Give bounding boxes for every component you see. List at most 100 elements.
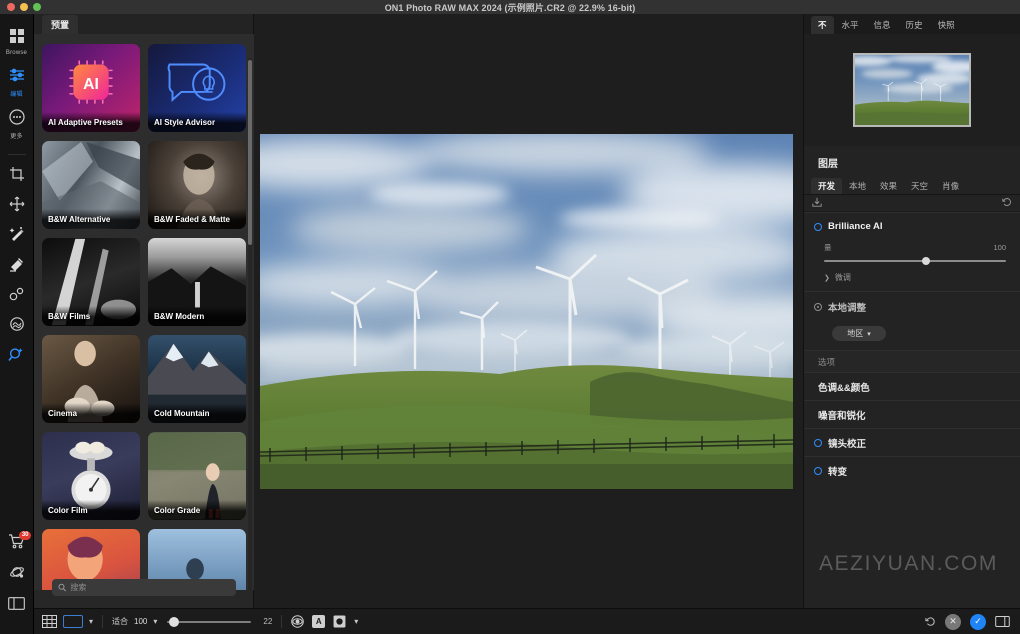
region-dropdown[interactable]: 地区 ▾ <box>832 326 886 341</box>
photo-preview[interactable] <box>260 134 793 489</box>
slider-knob[interactable] <box>922 257 930 265</box>
tab-info[interactable]: 信息 <box>867 16 898 34</box>
module-toggle-icon[interactable] <box>814 439 822 447</box>
mask-view-button[interactable] <box>333 615 346 628</box>
module-brilliance-ai[interactable]: Brilliance AI <box>804 212 1020 238</box>
ai-search-tool[interactable] <box>8 346 25 363</box>
view-chevron-down-icon[interactable]: ▾ <box>89 617 93 626</box>
save-preset-icon[interactable] <box>812 194 822 212</box>
preset-card[interactable]: B&W Films <box>42 238 140 326</box>
module-name: Brilliance AI <box>828 221 883 232</box>
cancel-button[interactable]: ✕ <box>945 614 961 630</box>
view-options-chevron-down-icon[interactable]: ▾ <box>354 617 358 626</box>
tab-develop[interactable]: 开发 <box>811 178 842 194</box>
section-tone-color[interactable]: 色调&&颜色 <box>804 372 1020 400</box>
preset-card[interactable]: Cold Mountain <box>148 335 246 423</box>
fine-tune-label: 微调 <box>835 272 851 283</box>
portrait-tool[interactable] <box>9 316 25 332</box>
perfect-eraser-tool[interactable] <box>9 256 25 272</box>
left-panel-toggle[interactable] <box>8 597 25 610</box>
cart-badge: 30 <box>19 531 31 540</box>
mask-icon <box>333 615 346 628</box>
preset-card[interactable]: B&W Faded & Matte <box>148 141 246 229</box>
crop-tool[interactable] <box>9 166 25 182</box>
section-tone-color-label: 色调&&颜色 <box>818 380 870 394</box>
reset-button[interactable] <box>925 616 936 627</box>
store-cart[interactable]: 30 <box>8 534 25 549</box>
section-lens-correction-label: 镜头校正 <box>828 436 866 450</box>
fine-tune-disclosure[interactable]: ❯ 微调 <box>804 266 1020 291</box>
module-local-adjustments[interactable]: 本地调整 <box>804 291 1020 320</box>
module-action-row <box>804 195 1020 212</box>
rail-divider <box>8 154 26 155</box>
amount-slider[interactable] <box>824 256 1006 266</box>
navigator-thumbnail[interactable] <box>853 53 971 127</box>
search-input[interactable] <box>70 583 230 592</box>
portrait-icon <box>9 316 25 332</box>
undo-icon <box>925 616 936 627</box>
toolbar-divider <box>102 615 103 628</box>
section-lens-correction[interactable]: 镜头校正 <box>804 428 1020 456</box>
module-toggle-icon[interactable] <box>814 303 822 311</box>
rail-mode-more[interactable]: 更多 <box>9 109 25 140</box>
tab-history[interactable]: 历史 <box>899 16 930 34</box>
search-box[interactable] <box>52 579 236 596</box>
move-tool[interactable] <box>9 196 25 212</box>
right-panel-toggle-button[interactable] <box>995 616 1010 627</box>
preset-card[interactable]: Color Grade <box>148 432 246 520</box>
preset-card[interactable]: B&W Alternative <box>42 141 140 229</box>
sync-orbit[interactable] <box>9 565 25 581</box>
presets-scroll-area[interactable]: AI AI Adaptive Presets AI Style Advisor <box>34 34 254 590</box>
preset-card[interactable]: AI AI Adaptive Presets <box>42 44 140 132</box>
tab-none[interactable]: 不 <box>811 16 834 34</box>
presets-panel: 预置 AI AI Adaptive Presets <box>34 14 254 608</box>
module-toggle-icon[interactable] <box>814 223 822 231</box>
preset-card[interactable]: Cinema <box>42 335 140 423</box>
module-toggle-icon[interactable] <box>814 467 822 475</box>
rail-mode-browse[interactable]: Browse <box>6 28 27 56</box>
left-tool-rail: Browse 编辑 更多 <box>0 14 34 634</box>
tab-effects[interactable]: 效果 <box>873 178 904 194</box>
preset-label: Cold Mountain <box>148 403 246 423</box>
grid-view-button[interactable] <box>42 615 57 628</box>
soft-proof-button[interactable]: A <box>312 615 325 628</box>
tab-local[interactable]: 本地 <box>842 178 873 194</box>
zoom-slider-knob[interactable] <box>169 617 179 627</box>
clone-stamp-tool[interactable] <box>9 286 25 302</box>
retouch-brush-tool[interactable] <box>9 226 25 242</box>
confirm-button[interactable]: ✓ <box>970 614 986 630</box>
preset-card[interactable]: Color Film <box>42 432 140 520</box>
tab-presets[interactable]: 预置 <box>42 15 78 34</box>
rail-mode-edit[interactable]: 编辑 <box>9 67 25 98</box>
preview-toggle-button[interactable] <box>291 615 304 628</box>
window-title: ON1 Photo RAW MAX 2024 (示例照片.CR2 @ 22.9%… <box>0 1 1020 14</box>
zoom-slider-track <box>167 621 251 623</box>
reset-icon[interactable] <box>1002 194 1012 212</box>
section-options[interactable]: 选项 <box>804 350 1020 372</box>
layers-title: 图层 <box>804 146 1020 177</box>
title-bar: ON1 Photo RAW MAX 2024 (示例照片.CR2 @ 22.9%… <box>0 0 1020 14</box>
zoom-slider[interactable] <box>167 616 251 628</box>
tab-snapshot[interactable]: 快照 <box>931 16 962 34</box>
preset-card[interactable]: AI Style Advisor <box>148 44 246 132</box>
fit-value[interactable]: 100 <box>134 617 147 626</box>
tab-level[interactable]: 水平 <box>835 16 866 34</box>
section-options-label: 选项 <box>818 356 835 368</box>
presets-scrollbar-thumb[interactable] <box>248 60 252 245</box>
application-window: ON1 Photo RAW MAX 2024 (示例照片.CR2 @ 22.9%… <box>0 0 1020 634</box>
tab-portrait[interactable]: 肖像 <box>935 178 966 194</box>
tab-sky[interactable]: 天空 <box>904 178 935 194</box>
search-icon <box>58 583 66 592</box>
preset-label: Color Film <box>42 500 140 520</box>
canvas-area[interactable] <box>254 14 803 608</box>
preset-card[interactable]: B&W Modern <box>148 238 246 326</box>
right-panel-tab-bar: 不 水平 信息 历史 快照 <box>804 14 1020 34</box>
clone-stamp-icon <box>9 286 25 302</box>
fit-chevron-down-icon[interactable]: ▾ <box>153 617 157 626</box>
section-noise-sharpen[interactable]: 噪音和锐化 <box>804 400 1020 428</box>
section-transform[interactable]: 转变 <box>804 456 1020 484</box>
single-view-button[interactable] <box>63 615 83 628</box>
presets-grid: AI AI Adaptive Presets AI Style Advisor <box>42 44 246 590</box>
navigator-panel[interactable] <box>804 34 1020 146</box>
toolbar-divider <box>281 615 282 628</box>
